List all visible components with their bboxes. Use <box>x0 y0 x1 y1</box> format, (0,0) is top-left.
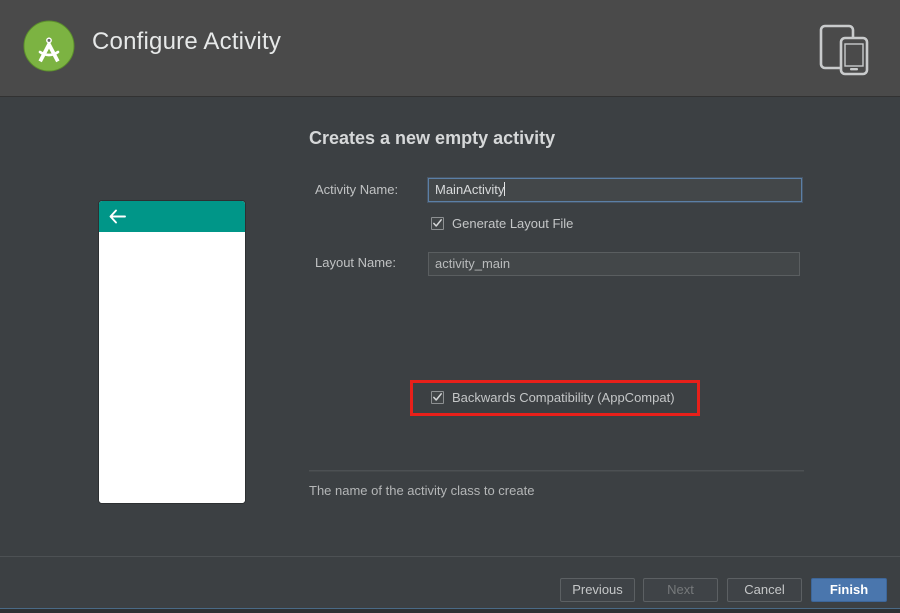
activity-name-input[interactable]: MainActivity <box>428 178 802 202</box>
activity-name-label: Activity Name: <box>315 182 399 197</box>
checkmark-icon <box>431 391 444 404</box>
cancel-button[interactable]: Cancel <box>727 578 802 602</box>
hint-divider <box>309 470 804 472</box>
wizard-header: Configure Activity <box>0 0 900 97</box>
generate-layout-file-label: Generate Layout File <box>452 216 574 231</box>
finish-button[interactable]: Finish <box>811 578 887 602</box>
generate-layout-file-checkbox[interactable]: Generate Layout File <box>431 216 573 231</box>
layout-name-value: activity_main <box>435 256 511 271</box>
checkmark-icon <box>431 217 444 230</box>
preview-appbar <box>99 201 245 232</box>
layout-name-label: Layout Name: <box>315 255 396 270</box>
text-caret <box>504 182 506 196</box>
backwards-compatibility-checkbox[interactable]: Backwards Compatibility (AppCompat) <box>431 390 675 405</box>
back-arrow-icon <box>109 209 126 224</box>
tablet-phone-icon <box>815 18 875 78</box>
next-button[interactable]: Next <box>643 578 718 602</box>
wizard-footer: Previous Next Cancel Finish <box>0 556 900 613</box>
activity-preview <box>99 201 245 503</box>
preview-content <box>99 232 245 503</box>
activity-name-value: MainActivity <box>435 182 505 197</box>
wizard-body: Creates a new empty activity Activity Na… <box>0 97 900 556</box>
backwards-compatibility-label: Backwards Compatibility (AppCompat) <box>452 390 675 405</box>
layout-name-input[interactable]: activity_main <box>428 252 800 276</box>
hint-text: The name of the activity class to create <box>309 483 535 498</box>
previous-button[interactable]: Previous <box>560 578 635 602</box>
window-bottom-edge <box>0 608 900 613</box>
android-studio-logo-icon <box>22 19 76 73</box>
section-title: Creates a new empty activity <box>309 128 556 148</box>
page-title: Configure Activity <box>92 28 282 55</box>
